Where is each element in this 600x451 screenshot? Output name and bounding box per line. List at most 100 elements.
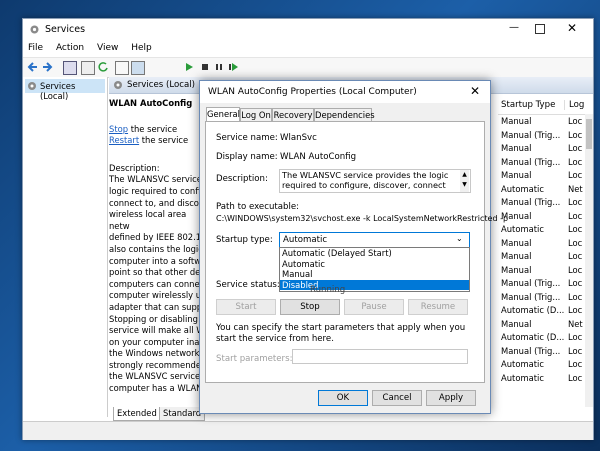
description-label: Description: xyxy=(109,162,160,173)
stop-link[interactable]: Stop xyxy=(109,124,128,134)
description-line: logic required to config xyxy=(109,185,206,196)
log-on-cell: Loc xyxy=(568,372,583,383)
restart-link[interactable]: Restart xyxy=(109,135,139,145)
table-row[interactable]: Manual (Trig... Loc xyxy=(501,130,596,144)
startup-option[interactable]: Manual xyxy=(280,269,469,280)
description-line: adapter that can suppo xyxy=(109,301,208,312)
tab-recovery[interactable]: Recovery xyxy=(272,108,314,122)
description-line: on your computer inacc xyxy=(109,336,209,347)
startup-type-cell: Manual xyxy=(501,251,532,261)
table-row[interactable]: Manual Loc xyxy=(501,211,596,225)
startup-type-cell: Manual (Trig... xyxy=(501,197,561,207)
toolbar xyxy=(23,57,593,78)
table-row[interactable]: Manual (Trig... Loc xyxy=(501,157,596,171)
table-row[interactable]: Manual (Trig... Loc xyxy=(501,197,596,211)
refresh-icon[interactable] xyxy=(97,61,109,73)
stop-button[interactable]: Stop xyxy=(280,299,340,315)
table-row[interactable]: Manual (Trig... Loc xyxy=(501,346,596,360)
menu-action[interactable]: Action xyxy=(51,41,89,55)
menu-file[interactable]: File xyxy=(23,41,48,55)
table-row[interactable]: Manual Loc xyxy=(501,116,596,130)
gear-icon xyxy=(27,81,37,94)
startup-option[interactable]: Automatic xyxy=(280,259,469,270)
log-on-cell: Loc xyxy=(568,170,583,180)
console-tree-icon[interactable] xyxy=(63,61,77,75)
table-row[interactable]: Manual (Trig... Loc xyxy=(501,278,596,292)
close-icon[interactable]: ✕ xyxy=(567,21,577,35)
table-row[interactable]: Automatic (D... Loc xyxy=(501,305,596,319)
start-button[interactable]: Start xyxy=(216,299,276,315)
properties-dialog: WLAN AutoConfig Properties (Local Comput… xyxy=(199,80,508,414)
log-on-cell: Loc xyxy=(568,278,583,288)
description-scrollbar[interactable]: ▲ ▼ xyxy=(460,170,469,192)
vertical-scrollbar[interactable] xyxy=(585,114,593,407)
description-line: computer has a WLAN xyxy=(109,383,203,394)
forward-icon[interactable] xyxy=(41,61,53,73)
table-row[interactable]: Automatic Loc xyxy=(501,359,596,373)
startup-type-cell: Automatic xyxy=(501,224,544,234)
description-box[interactable]: The WLANSVC service provides the logic r… xyxy=(279,169,471,193)
table-row[interactable]: Manual (Trig... Loc xyxy=(501,292,596,306)
description-line: defined by IEEE 802.11 xyxy=(109,232,207,243)
dialog-close-icon[interactable]: ✕ xyxy=(470,84,480,98)
pause-button[interactable]: Pause xyxy=(344,299,404,315)
startup-type-cell: Automatic (D... xyxy=(501,305,565,315)
log-on-cell: Loc xyxy=(568,345,583,356)
table-row[interactable]: Automatic Net xyxy=(501,184,596,198)
start-parameters-input[interactable] xyxy=(292,349,468,364)
menu-help[interactable]: Help xyxy=(126,41,157,55)
stop-icon[interactable] xyxy=(199,61,211,73)
description-line: service will make all Wl xyxy=(109,325,207,336)
service-status-label: Service status: xyxy=(216,280,280,290)
service-name-label: Service name: xyxy=(216,133,278,143)
startup-option[interactable]: Disabled xyxy=(280,279,469,290)
startup-type-cell: Manual (Trig... xyxy=(501,156,561,167)
cancel-button[interactable]: Cancel xyxy=(372,390,422,406)
export-icon[interactable] xyxy=(115,61,129,75)
log-on-cell: Loc xyxy=(568,359,583,369)
log-on-cell: Loc xyxy=(568,197,583,207)
ok-button[interactable]: OK xyxy=(318,390,368,406)
column-log-on[interactable]: Log xyxy=(564,100,584,110)
startup-type-cell: Manual xyxy=(501,264,532,275)
log-on-cell: Loc xyxy=(568,251,583,261)
column-startup-type[interactable]: Startup Type xyxy=(501,100,555,110)
startup-type-cell: Manual xyxy=(501,318,532,329)
tree-item-services-local[interactable]: Services (Local) xyxy=(25,79,105,101)
description-line: wireless local area netw xyxy=(109,209,187,231)
apply-button[interactable]: Apply xyxy=(426,390,476,406)
startup-type-cell: Automatic xyxy=(501,183,544,194)
tab-log-on[interactable]: Log On xyxy=(240,108,272,122)
table-row[interactable]: Manual Loc xyxy=(501,265,596,279)
table-row[interactable]: Manual Net xyxy=(501,319,596,333)
log-on-cell: Loc xyxy=(568,156,583,167)
description-line: The WLANSVC service xyxy=(109,174,202,185)
startup-type-select[interactable]: Automatic ⌄ xyxy=(279,232,470,248)
scrollbar-thumb[interactable] xyxy=(586,119,592,149)
maximize-icon[interactable] xyxy=(535,24,545,34)
minimize-icon[interactable]: — xyxy=(507,22,521,36)
properties-icon[interactable] xyxy=(81,61,95,75)
table-row[interactable]: Manual Loc xyxy=(501,143,596,157)
table-row[interactable]: Manual Loc xyxy=(501,251,596,265)
table-row[interactable]: Automatic Loc xyxy=(501,224,596,238)
table-row[interactable]: Manual Loc xyxy=(501,170,596,184)
restart-icon[interactable] xyxy=(227,61,239,73)
menu-view[interactable]: View xyxy=(92,41,123,55)
description-line: the WLANSVC service r xyxy=(109,371,207,382)
table-row[interactable]: Automatic (D... Loc xyxy=(501,332,596,346)
general-tab-panel: Service name: WlanSvc Display name: WLAN… xyxy=(205,121,508,383)
back-icon[interactable] xyxy=(27,61,39,73)
tab-dependencies[interactable]: Dependencies xyxy=(314,108,375,122)
help-icon[interactable] xyxy=(131,61,145,75)
play-icon[interactable] xyxy=(183,61,195,73)
tab-extended[interactable]: Extended xyxy=(113,407,161,421)
pane-title: Services (Local) xyxy=(127,80,195,90)
table-row[interactable]: Automatic Loc xyxy=(501,373,596,387)
stop-line: Stop the service xyxy=(109,124,209,136)
startup-option[interactable]: Automatic (Delayed Start) xyxy=(280,248,469,259)
resume-button[interactable]: Resume xyxy=(408,299,468,315)
table-row[interactable]: Manual Loc xyxy=(501,238,596,252)
description-text: The WLANSVC service provides the logic r… xyxy=(282,170,449,192)
pause-icon[interactable] xyxy=(213,61,225,73)
